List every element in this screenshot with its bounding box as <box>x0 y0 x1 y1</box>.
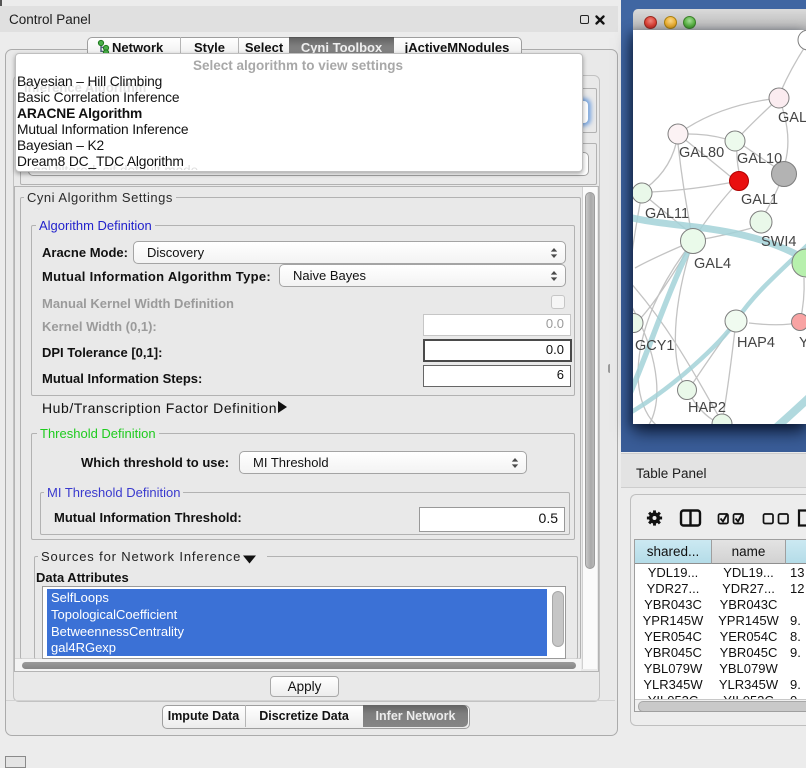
svg-text:SWI4: SWI4 <box>761 234 796 250</box>
svg-text:GAL1: GAL1 <box>741 192 778 208</box>
svg-text:GAL80: GAL80 <box>679 145 724 161</box>
svg-text:HAP2: HAP2 <box>688 400 726 416</box>
svg-text:GCY1: GCY1 <box>635 338 675 354</box>
svg-text:HAP4: HAP4 <box>737 335 775 351</box>
svg-text:GAL2: GAL2 <box>778 110 806 126</box>
svg-text:YJ: YJ <box>799 335 806 351</box>
svg-text:GAL10: GAL10 <box>737 151 782 167</box>
svg-text:GAL4: GAL4 <box>694 256 731 272</box>
svg-text:GAL11: GAL11 <box>645 206 689 222</box>
